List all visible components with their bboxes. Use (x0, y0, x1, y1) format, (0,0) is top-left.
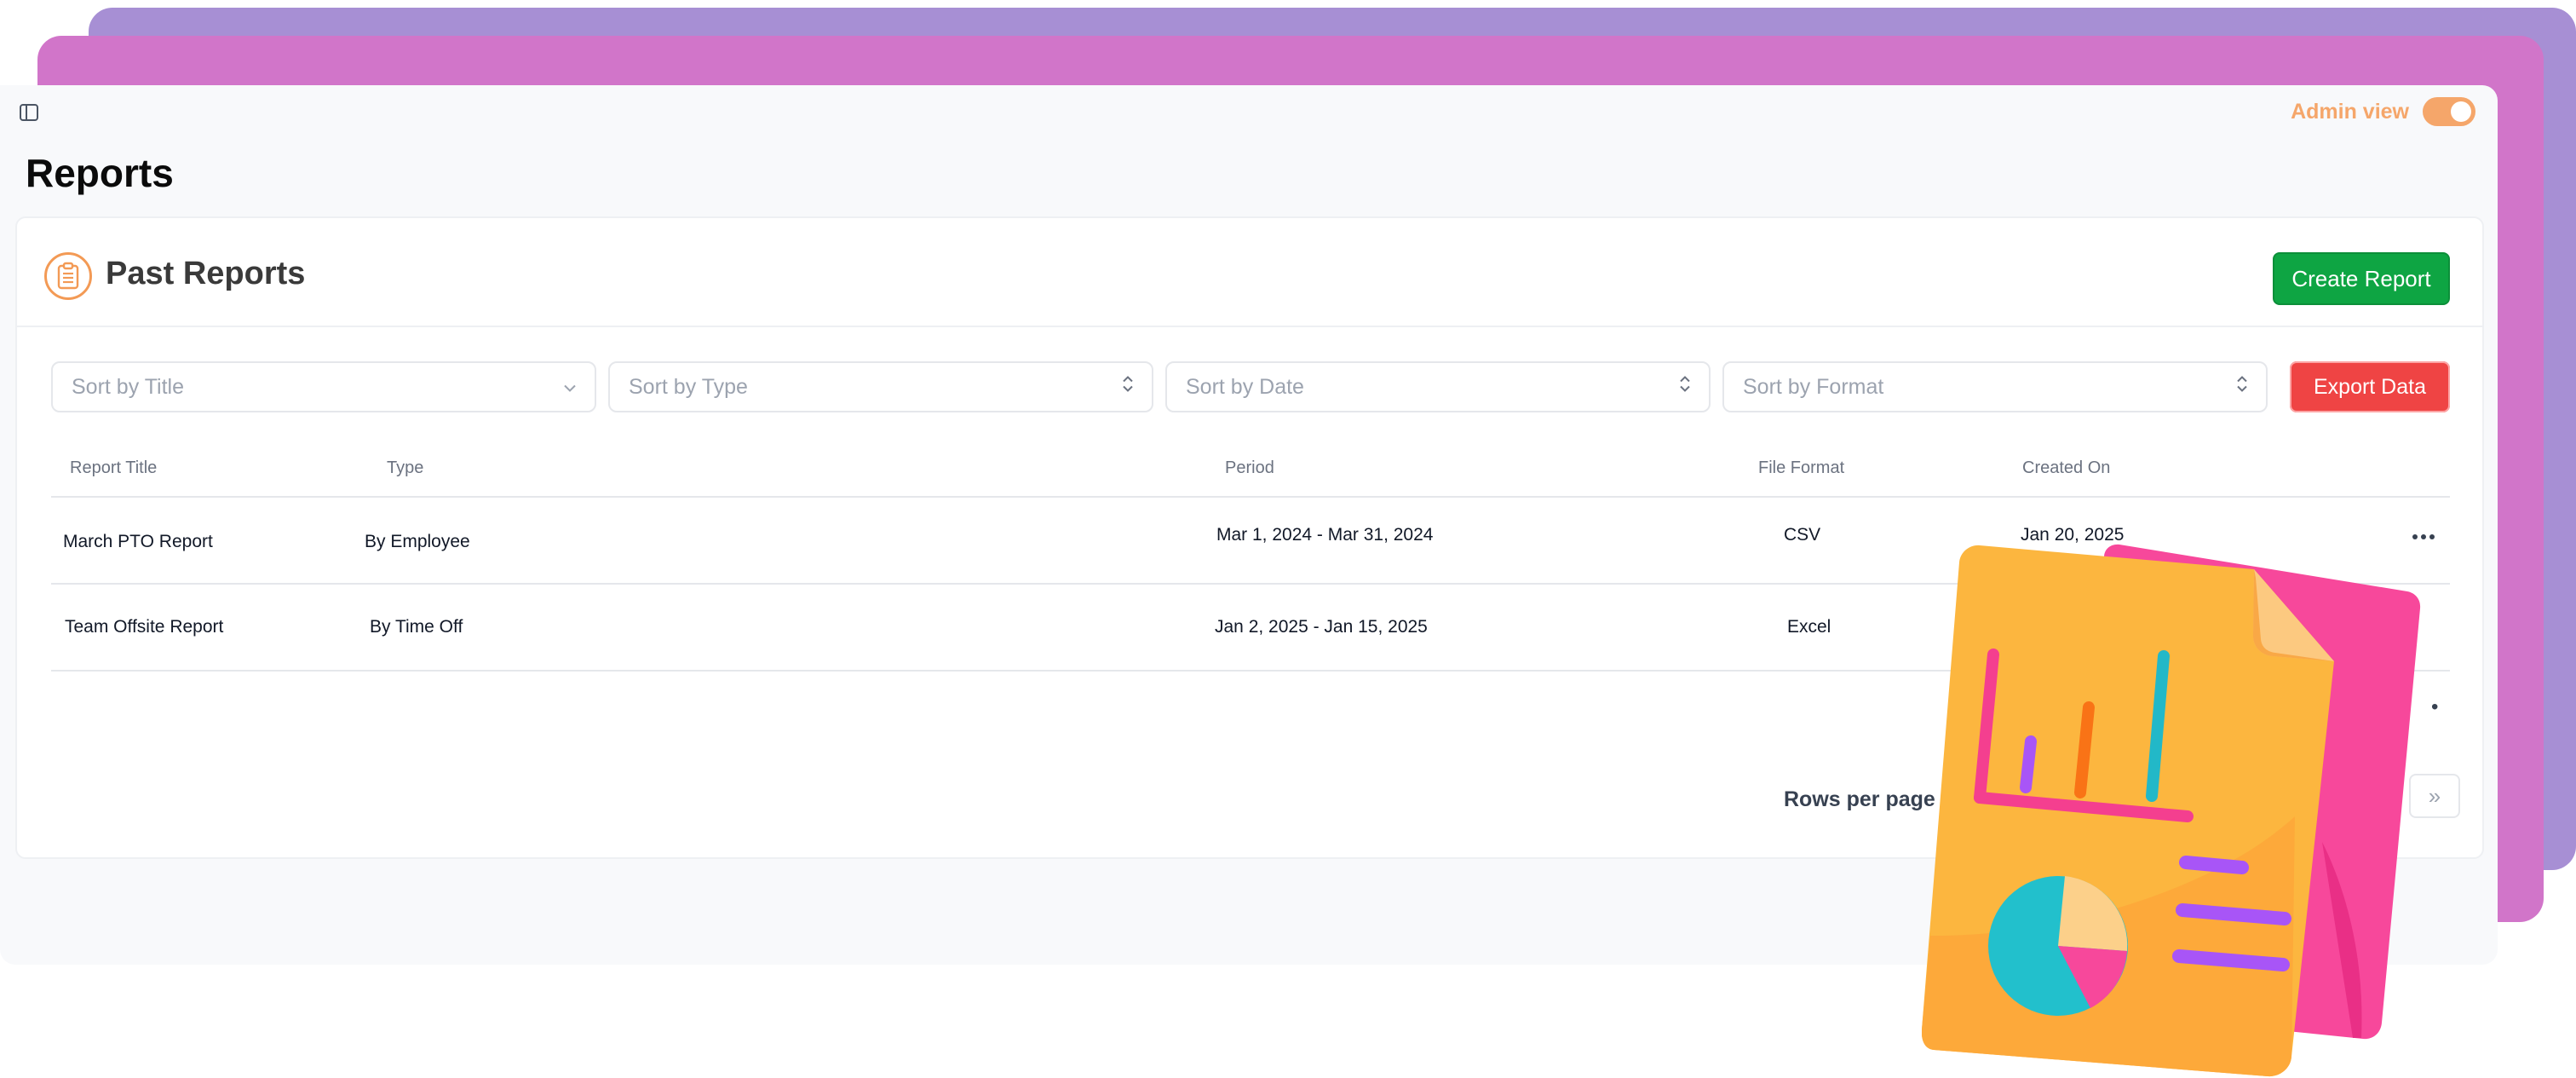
sort-by-format-placeholder: Sort by Format (1743, 374, 1884, 399)
column-header-period[interactable]: Period (1225, 458, 1274, 478)
cell-file-format: CSV (1784, 525, 1821, 545)
sort-by-format-select[interactable]: Sort by Format (1722, 361, 2268, 412)
table-header: Report Title Type Period File Format Cre… (51, 447, 2450, 498)
cell-file-format: Excel (1787, 617, 1831, 637)
create-report-button[interactable]: Create Report (2273, 252, 2450, 305)
admin-view-toggle[interactable] (2423, 97, 2475, 126)
sort-by-type-placeholder: Sort by Type (629, 374, 748, 399)
cell-period: Mar 1, 2024 - Mar 31, 2024 (1216, 525, 1434, 545)
chevron-up-down-icon (1121, 374, 1135, 401)
column-header-type[interactable]: Type (387, 458, 423, 478)
column-header-file-format[interactable]: File Format (1758, 458, 1844, 478)
chevron-up-down-icon (2235, 374, 2249, 401)
chevron-up-down-icon (1678, 374, 1692, 401)
sidebar-toggle-icon[interactable] (17, 101, 41, 124)
chevron-down-icon (562, 375, 578, 400)
sort-by-title-placeholder: Sort by Title (72, 374, 184, 399)
card-title: Past Reports (106, 256, 306, 291)
reports-document-illustration (1921, 535, 2433, 1078)
filter-bar: Sort by Title Sort by Type Sort by Date … (51, 361, 2450, 412)
cell-type: By Time Off (370, 617, 463, 637)
admin-view-label: Admin view (2291, 99, 2409, 124)
cell-report-title: Team Offsite Report (65, 617, 224, 637)
column-header-created-on[interactable]: Created On (2022, 458, 2110, 478)
sort-by-title-select[interactable]: Sort by Title (51, 361, 596, 412)
clipboard-icon (44, 252, 92, 300)
cell-type: By Employee (365, 532, 470, 551)
admin-view-control: Admin view (2291, 97, 2475, 126)
toggle-knob (2451, 101, 2471, 122)
cell-period: Jan 2, 2025 - Jan 15, 2025 (1215, 617, 1428, 637)
page-title: Reports (26, 151, 174, 195)
sort-by-date-select[interactable]: Sort by Date (1165, 361, 1711, 412)
card-header: Past Reports Create Report (17, 218, 2482, 327)
sort-by-date-placeholder: Sort by Date (1186, 374, 1304, 399)
export-data-button[interactable]: Export Data (2290, 361, 2450, 412)
cell-report-title: March PTO Report (63, 532, 213, 551)
sort-by-type-select[interactable]: Sort by Type (608, 361, 1153, 412)
column-header-report-title[interactable]: Report Title (70, 458, 157, 478)
rows-per-page-label: Rows per page (1784, 787, 1935, 811)
